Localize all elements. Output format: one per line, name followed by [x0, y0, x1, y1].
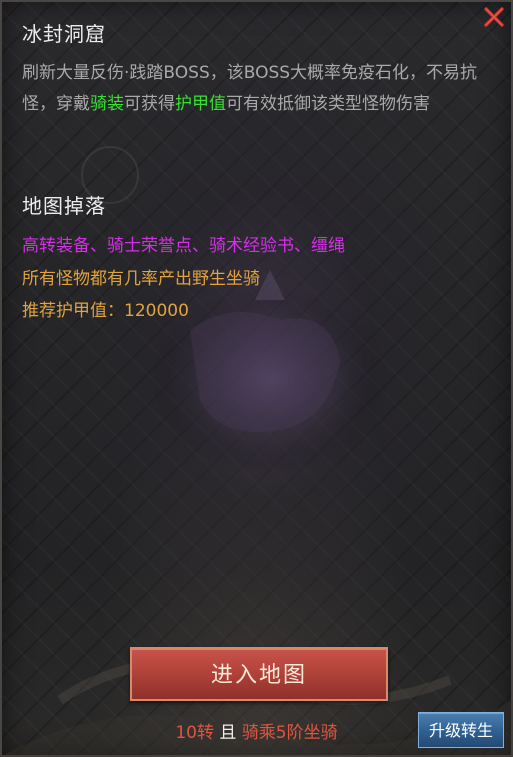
drops-section-title: 地图掉落 [22, 194, 106, 218]
description-highlight-gear: 骑装 [90, 94, 124, 114]
rebirth-requirement: 10转 [175, 723, 214, 743]
description-text: 可有效抵御该类型怪物伤害 [226, 94, 430, 114]
recommended-armor-line: 推荐护甲值：120000 [22, 301, 189, 321]
map-title: 冰封洞窟 [22, 22, 106, 46]
requirement-conjunction: 且 [219, 723, 237, 743]
map-info-panel: 冰封洞窟 刷新大量反伤·践踏BOSS，该BOSS大概率免疫石化，不易抗怪，穿戴骑… [0, 0, 513, 757]
close-icon[interactable] [481, 4, 507, 30]
map-description: 刷新大量反伤·践踏BOSS，该BOSS大概率免疫石化，不易抗怪，穿戴骑装可获得护… [22, 58, 494, 120]
description-text: 可获得 [124, 94, 175, 114]
enter-map-button[interactable]: 进入地图 [130, 647, 388, 701]
upgrade-rebirth-button[interactable]: 升级转生 [418, 712, 504, 748]
wild-mount-drop-line: 所有怪物都有几率产出野生坐骑 [22, 269, 260, 289]
description-highlight-armor: 护甲值 [175, 94, 226, 114]
mount-requirement: 骑乘5阶坐骑 [241, 723, 338, 743]
drop-items-line: 高转装备、骑士荣誉点、骑术经验书、缰绳 [22, 236, 345, 256]
